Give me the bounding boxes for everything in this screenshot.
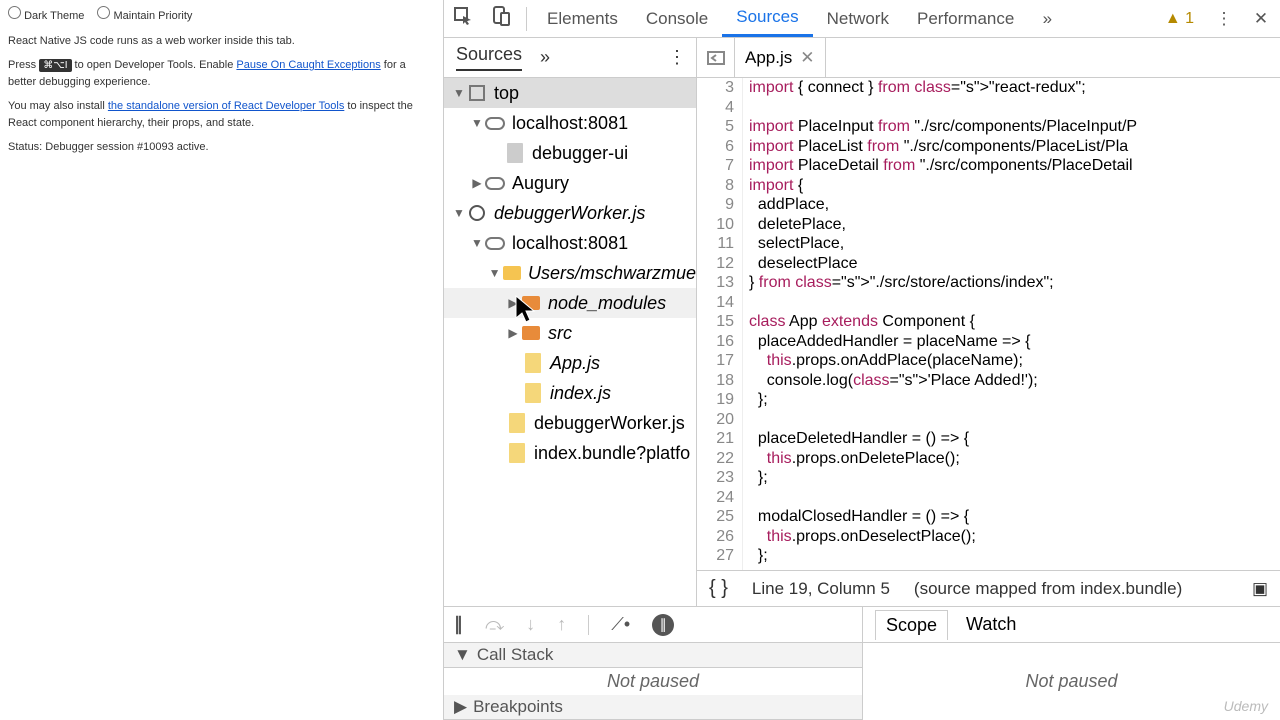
tree-folder-node-modules[interactable]: ▶node_modules	[444, 288, 696, 318]
inspect-icon[interactable]	[444, 6, 482, 31]
close-icon[interactable]: ✕	[1242, 9, 1280, 29]
tree-file-indexjs[interactable]: index.js	[444, 378, 696, 408]
navigator-pane: Sources » ⋮ ▼top ▼localhost:8081 debugge…	[444, 38, 697, 606]
breakpoints-header[interactable]: ▶Breakpoints	[444, 695, 862, 720]
kebab-menu-icon[interactable]: ⋮	[1204, 9, 1242, 29]
info-text: React Native JS code runs as a web worke…	[8, 33, 435, 50]
source-map-info: (source mapped from index.bundle)	[914, 579, 1182, 599]
pause-on-exceptions-icon[interactable]: ∥	[652, 614, 674, 636]
info-text: You may also install the standalone vers…	[8, 98, 435, 131]
tree-file[interactable]: index.bundle?platfo	[444, 438, 696, 468]
scope-tab[interactable]: Scope	[875, 610, 948, 640]
tab-console[interactable]: Console	[632, 0, 722, 37]
tab-network[interactable]: Network	[813, 0, 903, 37]
devtools-tabstrip: Elements Console Sources Network Perform…	[444, 0, 1280, 38]
step-out-icon[interactable]: ↑	[557, 614, 566, 635]
watermark: Udemy	[1224, 698, 1268, 714]
pretty-print-icon[interactable]: { }	[709, 577, 728, 600]
tree-file-appjs[interactable]: App.js	[444, 348, 696, 378]
tree-augury[interactable]: ▶Augury	[444, 168, 696, 198]
step-into-icon[interactable]: ↓	[526, 614, 535, 635]
scope-body: Not paused	[863, 643, 1280, 720]
tree-file[interactable]: debugger-ui	[444, 138, 696, 168]
editor-pane: App.js✕ 34567891011121314151617181920212…	[697, 38, 1280, 606]
pause-exceptions-link[interactable]: Pause On Caught Exceptions	[236, 59, 380, 71]
keyboard-shortcut: ⌘⌥I	[39, 59, 71, 72]
expand-icon[interactable]: ▣	[1252, 579, 1268, 599]
tree-host[interactable]: ▼localhost:8081	[444, 108, 696, 138]
warnings-badge[interactable]: ▲ 1	[1165, 10, 1194, 28]
standalone-devtools-link[interactable]: the standalone version of React Develope…	[108, 100, 344, 112]
devtools-panel: Elements Console Sources Network Perform…	[443, 0, 1280, 720]
line-gutter: 3456789101112131415161718192021222324252…	[697, 78, 743, 570]
navigator-menu-icon[interactable]: ⋮	[668, 47, 684, 68]
tab-sources[interactable]: Sources	[722, 0, 812, 37]
pause-icon[interactable]: ∥	[454, 614, 463, 635]
file-tab-appjs[interactable]: App.js✕	[735, 38, 826, 77]
cursor-position: Line 19, Column 5	[752, 579, 890, 599]
tab-elements[interactable]: Elements	[533, 0, 632, 37]
debugger-page: Dark Theme Maintain Priority React Nativ…	[0, 0, 443, 720]
watch-tab[interactable]: Watch	[966, 614, 1016, 635]
tab-performance[interactable]: Performance	[903, 0, 1028, 37]
mouse-cursor-icon	[514, 294, 538, 324]
dark-theme-toggle[interactable]: Dark Theme	[8, 10, 84, 22]
call-stack-body: Not paused	[444, 668, 862, 695]
info-text: Press ⌘⌥I to open Developer Tools. Enabl…	[8, 57, 435, 90]
tree-top[interactable]: ▼top	[444, 78, 696, 108]
call-stack-header[interactable]: ▼Call Stack	[444, 643, 862, 668]
editor-status-bar: { } Line 19, Column 5 (source mapped fro…	[697, 570, 1280, 606]
session-status: Status: Debugger session #10093 active.	[8, 139, 435, 156]
tree-worker-context[interactable]: ▼debuggerWorker.js	[444, 198, 696, 228]
tree-folder-src[interactable]: ▶src	[444, 318, 696, 348]
device-icon[interactable]	[482, 6, 520, 31]
nav-back-icon[interactable]	[697, 38, 735, 77]
sources-subtab[interactable]: Sources	[456, 44, 522, 71]
step-over-icon[interactable]: ⤼	[485, 614, 504, 635]
tree-host[interactable]: ▼localhost:8081	[444, 228, 696, 258]
close-tab-icon[interactable]: ✕	[800, 48, 814, 68]
file-tree: ▼top ▼localhost:8081 debugger-ui ▶Augury…	[444, 78, 696, 606]
debugger-left-pane: ∥ ⤼ ↓ ↑ ⟋• ∥ ▼Call Stack Not paused ▶Bre…	[444, 607, 863, 720]
debugger-toolbar: ∥ ⤼ ↓ ↑ ⟋• ∥	[444, 607, 862, 643]
deactivate-breakpoints-icon[interactable]: ⟋•	[611, 614, 630, 635]
tree-folder[interactable]: ▼Users/mschwarzmue	[444, 258, 696, 288]
tree-file[interactable]: debuggerWorker.js	[444, 408, 696, 438]
more-tabs-icon[interactable]: »	[1028, 9, 1066, 29]
code-editor[interactable]: import { connect } from class="s">"react…	[743, 78, 1280, 570]
debugger-right-pane: Scope Watch Not paused	[863, 607, 1280, 720]
maintain-priority-toggle[interactable]: Maintain Priority	[97, 10, 192, 22]
more-subtabs-icon[interactable]: »	[540, 47, 550, 68]
